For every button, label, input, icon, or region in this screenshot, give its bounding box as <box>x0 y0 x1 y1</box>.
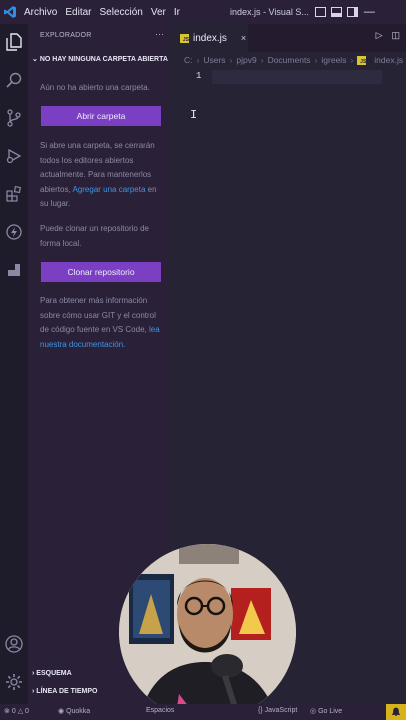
notifications-bell-icon[interactable] <box>386 704 406 720</box>
breadcrumb-item[interactable]: C: <box>184 55 193 65</box>
error-icon: ⊗ <box>4 708 10 715</box>
split-editor-icon[interactable]: ◫ <box>391 30 400 41</box>
account-icon[interactable] <box>4 634 24 654</box>
more-actions-icon[interactable]: ··· <box>155 29 164 39</box>
thunder-client-icon[interactable] <box>4 222 24 242</box>
close-editors-text: Si abre una carpeta, se cerrarán todos l… <box>40 139 164 212</box>
quokka-status[interactable]: ◉ Quokka <box>58 707 90 715</box>
javascript-file-icon: JS <box>357 55 367 65</box>
breadcrumb-separator-icon: › <box>260 55 264 65</box>
title-bar: Archivo Editar Selección Ver Ir index.js… <box>0 0 406 24</box>
run-debug-icon[interactable] <box>4 146 24 166</box>
git-info-text-body: Para obtener más información sobre cómo … <box>40 296 156 334</box>
language-mode-status[interactable]: {} JavaScript <box>258 707 297 714</box>
chevron-right-icon: › <box>32 670 35 677</box>
editor-tab-bar: JS index.js × ▷ ◫ <box>170 24 406 52</box>
line-number: 1 <box>196 71 202 81</box>
webcam-overlay <box>119 544 296 720</box>
menu-ir[interactable]: Ir <box>174 7 180 18</box>
tab-index-js[interactable]: JS index.js × <box>170 24 248 52</box>
indentation-status[interactable]: Espacios <box>146 707 174 714</box>
source-control-icon[interactable] <box>4 108 24 128</box>
menu-editar[interactable]: Editar <box>65 7 91 18</box>
errors-status[interactable]: ⊗ 0 △ 0 <box>4 707 29 715</box>
minimize-icon[interactable]: — <box>364 6 375 18</box>
chevron-right-icon: › <box>32 688 35 695</box>
tab-label: index.js <box>193 32 227 44</box>
clone-repository-button[interactable]: Clonar repositorio <box>41 262 161 282</box>
quokka-label: Quokka <box>66 708 91 715</box>
clone-text: Puede clonar un repositorio de forma loc… <box>40 224 149 248</box>
remote-explorer-icon[interactable] <box>4 260 24 280</box>
activity-bar <box>0 24 28 704</box>
breadcrumb-separator-icon: › <box>196 55 200 65</box>
open-folder-button[interactable]: Abrir carpeta <box>41 106 161 126</box>
extensions-icon[interactable] <box>4 184 24 204</box>
no-folder-section[interactable]: ⌄ NO HAY NINGUNA CARPETA ABIERTA <box>32 55 168 63</box>
close-tab-icon[interactable]: × <box>241 33 246 43</box>
quokka-icon: ◉ <box>58 708 65 715</box>
menu-seleccion[interactable]: Selección <box>99 7 142 18</box>
toggle-secondary-sidebar-icon[interactable] <box>346 7 358 17</box>
chevron-down-icon: ⌄ <box>32 56 38 63</box>
add-folder-link[interactable]: Agregar una carpeta <box>72 185 145 194</box>
breadcrumb-item[interactable]: igreels <box>321 55 346 65</box>
text-cursor-icon: I <box>190 108 198 122</box>
warning-icon: △ <box>17 708 24 715</box>
breadcrumb-separator-icon: › <box>229 55 233 65</box>
warnings-count: 0 <box>25 708 29 715</box>
settings-gear-icon[interactable] <box>4 672 24 692</box>
menu-archivo[interactable]: Archivo <box>24 7 57 18</box>
breadcrumb: C: › Users › pjpv9 › Documents › igreels… <box>184 55 403 65</box>
vscode-logo-icon <box>0 0 20 24</box>
explorer-icon[interactable] <box>4 32 24 52</box>
language-label: JavaScript <box>264 707 298 714</box>
go-live-status[interactable]: ◎ Go Live <box>310 707 342 715</box>
no-folder-section-title: NO HAY NINGUNA CARPETA ABIERTA <box>39 56 168 63</box>
current-line-highlight <box>212 70 382 84</box>
outline-section-title: ESQUEMA <box>36 670 72 677</box>
language-icon: {} <box>258 707 263 714</box>
explorer-header: EXPLORADOR <box>40 32 92 39</box>
breadcrumb-separator-icon: › <box>314 55 318 65</box>
no-folder-text: Aún no ha abierto una carpeta. <box>40 83 150 92</box>
breadcrumb-item[interactable]: Users <box>203 55 225 65</box>
toggle-sidebar-icon[interactable] <box>314 7 326 17</box>
errors-count: 0 <box>11 708 16 715</box>
breadcrumb-separator-icon: › <box>350 55 354 65</box>
timeline-section[interactable]: › LÍNEA DE TIEMPO <box>32 688 98 695</box>
window-title: index.js - Visual S... <box>229 7 309 17</box>
breadcrumb-item[interactable]: pjpv9 <box>236 55 256 65</box>
run-file-icon[interactable]: ▷ <box>376 30 383 41</box>
javascript-file-icon: JS <box>180 33 189 43</box>
go-live-label: Go Live <box>318 708 343 715</box>
breadcrumb-item[interactable]: Documents <box>268 55 311 65</box>
git-info-text: Para obtener más información sobre cómo … <box>40 294 164 352</box>
timeline-section-title: LÍNEA DE TIEMPO <box>36 688 98 695</box>
breadcrumb-file[interactable]: index.js <box>374 55 403 65</box>
toggle-panel-icon[interactable] <box>330 7 342 17</box>
outline-section[interactable]: › ESQUEMA <box>32 670 72 677</box>
broadcast-icon: ◎ <box>310 708 317 715</box>
status-bar: ⊗ 0 △ 0 ◉ Quokka Espacios {} JavaScript … <box>0 704 406 720</box>
menu-ver[interactable]: Ver <box>151 7 166 18</box>
search-icon[interactable] <box>4 70 24 90</box>
